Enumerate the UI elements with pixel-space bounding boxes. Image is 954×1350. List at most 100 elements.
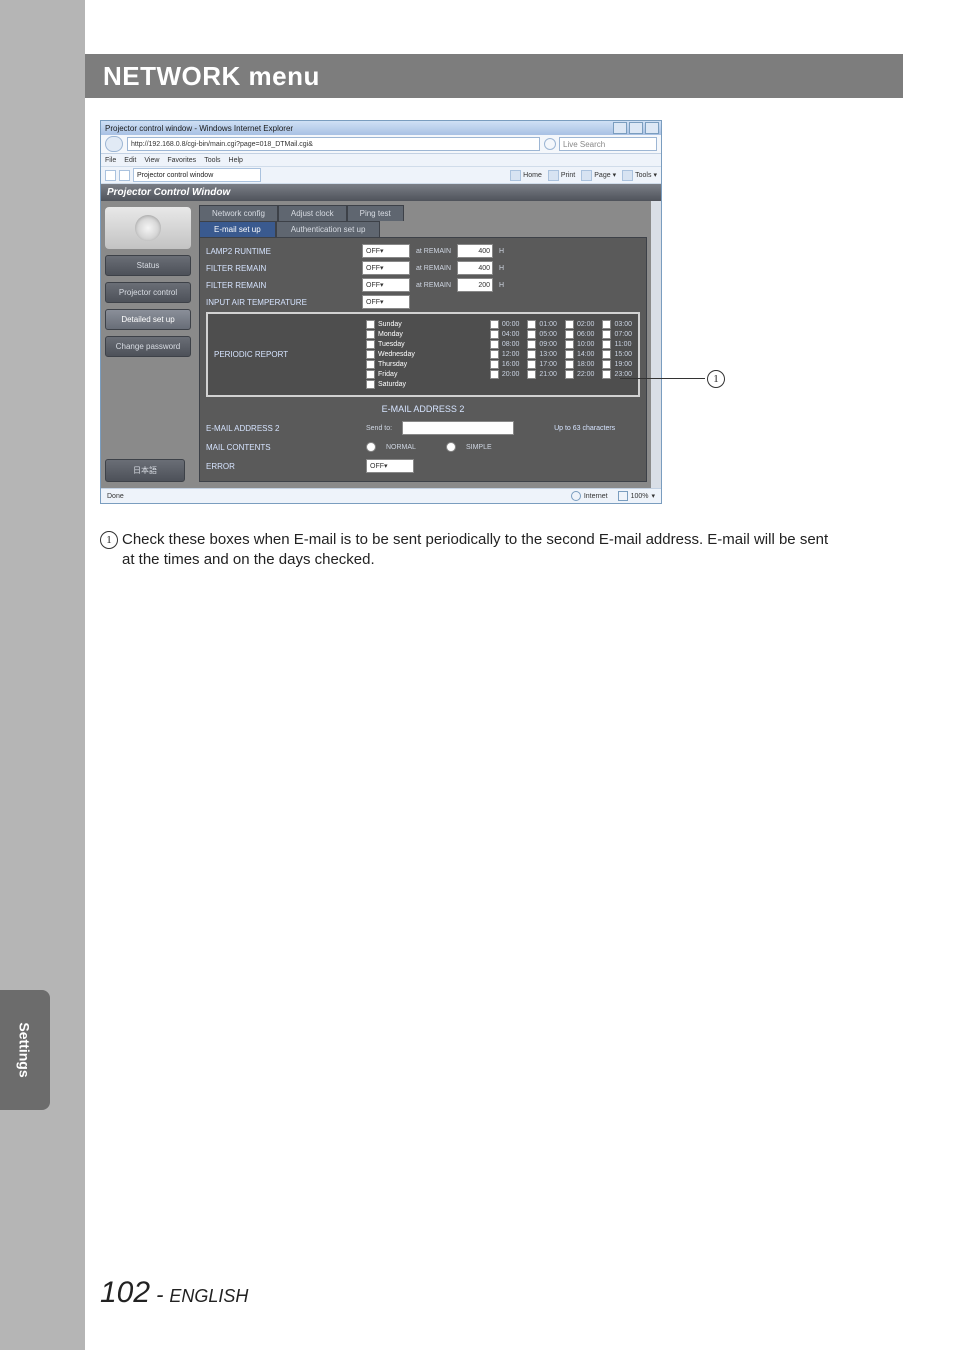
favorite-icon[interactable]: [105, 170, 116, 181]
input-filter2-remain[interactable]: 200: [457, 278, 493, 292]
search-icon: [544, 138, 556, 150]
sidebar-item-detailed[interactable]: Detailed set up: [105, 309, 191, 330]
input-filter1-remain[interactable]: 400: [457, 261, 493, 275]
hour-label: 01:00: [539, 321, 557, 328]
language-button-jp[interactable]: 日本語: [105, 459, 185, 482]
checkbox-day[interactable]: [366, 380, 375, 389]
select-filter1[interactable]: OFF ▾: [362, 261, 410, 275]
label-filter1: FILTER REMAIN: [206, 264, 356, 273]
input-email2[interactable]: [402, 421, 514, 435]
select-lamp2[interactable]: OFF ▾: [362, 244, 410, 258]
menu-edit[interactable]: Edit: [124, 157, 136, 164]
tab-email-setup[interactable]: E-mail set up: [199, 221, 276, 237]
menu-file[interactable]: File: [105, 157, 116, 164]
checkbox-hour[interactable]: [565, 360, 574, 369]
menu-favorites[interactable]: Favorites: [167, 157, 196, 164]
checkbox-hour[interactable]: [602, 330, 611, 339]
label-normal: NORMAL: [386, 444, 416, 451]
checkbox-hour[interactable]: [527, 320, 536, 329]
checkbox-hour[interactable]: [527, 340, 536, 349]
checkbox-day[interactable]: [366, 320, 375, 329]
label-lamp2: LAMP2 RUNTIME: [206, 247, 356, 256]
address-field[interactable]: http://192.168.0.8/cgi-bin/main.cgi?page…: [127, 137, 540, 151]
checkbox-day[interactable]: [366, 370, 375, 379]
back-icon[interactable]: [105, 136, 123, 152]
select-air-temp[interactable]: OFF ▾: [362, 295, 410, 309]
menu-view[interactable]: View: [144, 157, 159, 164]
checkbox-hour[interactable]: [565, 350, 574, 359]
select-error[interactable]: OFF ▾: [366, 459, 414, 473]
sidebar-item-control[interactable]: Projector control: [105, 282, 191, 303]
zoom-icon[interactable]: [618, 491, 628, 501]
checkbox-hour[interactable]: [602, 360, 611, 369]
callout-line: [620, 378, 705, 379]
tab-ping-test[interactable]: Ping test: [347, 205, 404, 221]
minimize-icon[interactable]: [613, 122, 627, 134]
page-button[interactable]: Page ▾: [581, 170, 616, 181]
checkbox-hour[interactable]: [490, 330, 499, 339]
hour-label: 19:00: [614, 361, 632, 368]
row-lamp2: LAMP2 RUNTIME OFF ▾ at REMAIN 400 H: [206, 244, 640, 258]
menu-help[interactable]: Help: [229, 157, 243, 164]
checkbox-hour[interactable]: [490, 340, 499, 349]
hour-label: 02:00: [577, 321, 595, 328]
checkbox-hour[interactable]: [602, 340, 611, 349]
checkbox-hour[interactable]: [602, 370, 611, 379]
checkbox-day[interactable]: [366, 330, 375, 339]
checkbox-hour[interactable]: [527, 330, 536, 339]
tab-row-top: Network config Adjust clock Ping test: [199, 205, 657, 221]
hint-email2: Up to 63 characters: [554, 425, 615, 432]
checkbox-hour[interactable]: [565, 370, 574, 379]
sidebar-item-status[interactable]: Status: [105, 255, 191, 276]
maximize-icon[interactable]: [629, 122, 643, 134]
hour-label: 08:00: [502, 341, 520, 348]
label-at-remain: at REMAIN: [416, 248, 451, 255]
hour-label: 22:00: [577, 371, 595, 378]
scrollbar[interactable]: [651, 201, 661, 488]
checkbox-hour[interactable]: [490, 360, 499, 369]
close-icon[interactable]: [645, 122, 659, 134]
search-field[interactable]: Live Search: [559, 137, 657, 151]
hour-label: 23:00: [614, 371, 632, 378]
page-footer: 102 - ENGLISH: [100, 1276, 248, 1310]
checkbox-hour[interactable]: [490, 370, 499, 379]
unit-h: H: [499, 265, 504, 272]
home-button[interactable]: Home: [510, 170, 542, 181]
checkbox-day[interactable]: [366, 340, 375, 349]
hour-label: 14:00: [577, 351, 595, 358]
checkbox-hour[interactable]: [565, 340, 574, 349]
callout-marker: 1: [707, 370, 725, 388]
radio-normal[interactable]: [366, 442, 376, 452]
checkbox-hour[interactable]: [565, 320, 574, 329]
checkbox-hour[interactable]: [490, 320, 499, 329]
checkbox-hour[interactable]: [602, 320, 611, 329]
checkbox-hour[interactable]: [527, 350, 536, 359]
select-filter2[interactable]: OFF ▾: [362, 278, 410, 292]
menu-tools[interactable]: Tools: [204, 157, 220, 164]
tools-button[interactable]: Tools ▾: [622, 170, 657, 181]
hour-label: 18:00: [577, 361, 595, 368]
sidebar-item-password[interactable]: Change password: [105, 336, 191, 357]
ie-address-bar: http://192.168.0.8/cgi-bin/main.cgi?page…: [101, 135, 661, 154]
caption-text-1: Check these boxes when E-mail is to be s…: [122, 531, 828, 548]
tab-adjust-clock[interactable]: Adjust clock: [278, 205, 347, 221]
tab-network-config[interactable]: Network config: [199, 205, 278, 221]
ie-window-title: Projector control window - Windows Inter…: [103, 124, 293, 133]
checkbox-hour[interactable]: [527, 360, 536, 369]
window-buttons: [613, 122, 659, 134]
radio-simple[interactable]: [446, 442, 456, 452]
hour-label: 09:00: [539, 341, 557, 348]
day-label: Wednesday: [378, 351, 415, 358]
input-lamp2-remain[interactable]: 400: [457, 244, 493, 258]
page-header-bar: NETWORK menu: [85, 54, 903, 98]
checkbox-day[interactable]: [366, 360, 375, 369]
checkbox-day[interactable]: [366, 350, 375, 359]
checkbox-hour[interactable]: [602, 350, 611, 359]
checkbox-hour[interactable]: [527, 370, 536, 379]
checkbox-hour[interactable]: [565, 330, 574, 339]
browser-tab[interactable]: Projector control window: [133, 168, 261, 182]
tab-auth-setup[interactable]: Authentication set up: [276, 221, 381, 237]
print-button[interactable]: Print: [548, 170, 575, 181]
checkbox-hour[interactable]: [490, 350, 499, 359]
add-tab-icon[interactable]: [119, 170, 130, 181]
